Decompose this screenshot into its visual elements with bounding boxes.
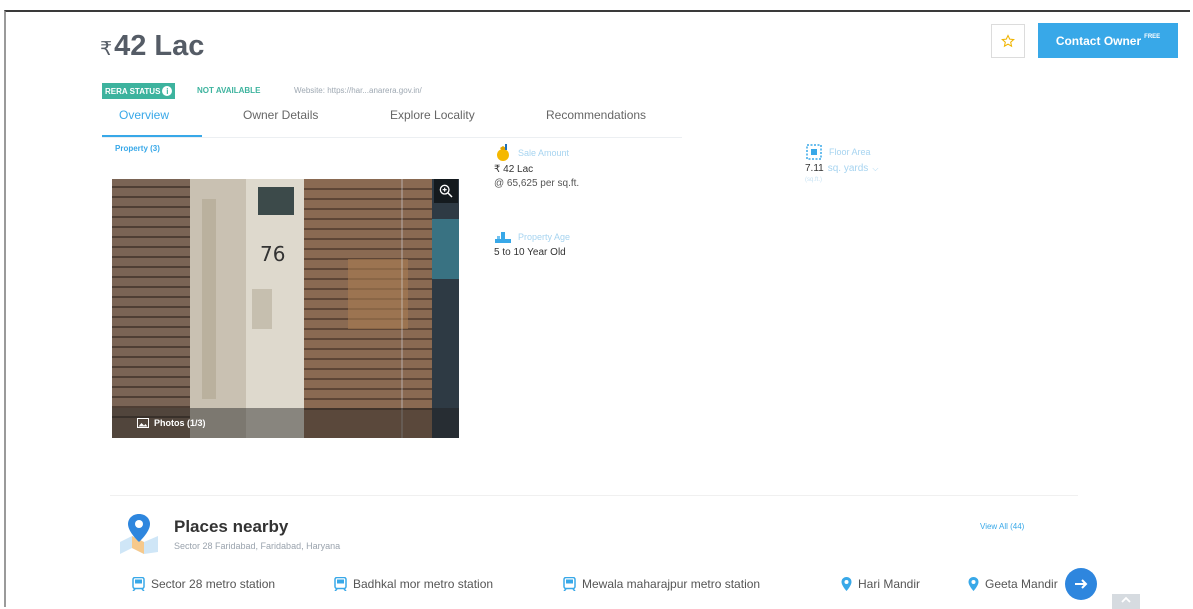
place-label: Badhkal mor metro station bbox=[353, 577, 494, 591]
image-icon bbox=[137, 418, 149, 428]
area-block: Floor Area 7.11 sq. yards ⌵ (sq.ft.) bbox=[805, 143, 878, 183]
place-item-badhkal-mor-metro[interactable]: Badhkal mor metro station bbox=[334, 577, 493, 591]
place-item-geeta-mandir[interactable]: Geeta Mandir bbox=[968, 577, 1060, 591]
places-nearby-card bbox=[110, 495, 1078, 608]
area-value: 7.11 bbox=[805, 163, 824, 174]
contact-owner-label: Contact Owner bbox=[1055, 33, 1142, 48]
place-item-mewala-maharajpur-metro[interactable]: Mewala maharajpur metro station bbox=[563, 577, 760, 591]
money-bag-icon bbox=[497, 144, 509, 161]
map-pin-illustration-icon bbox=[120, 514, 158, 554]
tab-explore-locality[interactable]: Explore Locality bbox=[390, 108, 475, 122]
building-icon bbox=[495, 232, 511, 243]
rera-website-link[interactable]: Website: https://har...anarera.gov.in/ bbox=[294, 86, 422, 95]
metro-icon bbox=[132, 577, 145, 591]
place-item-sector-28-metro[interactable]: Sector 28 metro station bbox=[132, 577, 275, 591]
places-nearby-title: Places nearby bbox=[174, 517, 289, 536]
property-age-value: 5 to 10 Year Old bbox=[494, 247, 566, 258]
view-all-places-link[interactable]: View All (44) bbox=[980, 522, 1024, 531]
metro-icon bbox=[563, 577, 576, 591]
property-photo[interactable]: 76 bbox=[112, 179, 459, 438]
price-value: 42 Lac bbox=[114, 30, 205, 62]
zoom-photo-button[interactable] bbox=[434, 179, 458, 203]
tab-owner-details[interactable]: Owner Details bbox=[243, 108, 318, 122]
contact-owner-button[interactable]: Contact Owner FREE bbox=[1038, 23, 1178, 58]
property-age-label: Property Age bbox=[518, 232, 571, 242]
property-price: ₹42 Lac bbox=[100, 30, 204, 63]
area-label: Floor Area bbox=[829, 147, 871, 157]
property-age-block: Property Age 5 to 10 Year Old bbox=[494, 229, 570, 258]
area-value-row: 7.11 sq. yards ⌵ bbox=[805, 163, 878, 174]
pin-icon bbox=[968, 577, 979, 591]
pin-icon bbox=[841, 577, 852, 591]
place-label: Sector 28 metro station bbox=[151, 577, 276, 591]
rera-status-label: RERA STATUS bbox=[105, 86, 161, 96]
place-item-hari-mandir[interactable]: Hari Mandir bbox=[841, 577, 920, 591]
sale-amount-value: ₹ 42 Lac bbox=[494, 164, 534, 175]
rera-status-value: NOT AVAILABLE bbox=[197, 86, 261, 95]
sale-amount-rate: @ 65,625 per sq.ft. bbox=[494, 178, 580, 189]
active-tab-indicator bbox=[102, 135, 202, 137]
shop-shutters-image: 76 bbox=[112, 179, 459, 438]
svg-text:76: 76 bbox=[260, 242, 285, 266]
photos-count-label: Photos (1/3) bbox=[154, 418, 206, 428]
sale-amount-block: Sale Amount ₹ 42 Lac @ 65,625 per sq.ft. bbox=[494, 144, 579, 189]
zoom-in-icon bbox=[439, 184, 453, 198]
chevron-down-icon[interactable]: ⌵ bbox=[872, 164, 878, 174]
chevron-up-icon bbox=[1121, 596, 1131, 603]
area-unit-dropdown[interactable]: sq. yards bbox=[828, 163, 869, 174]
arrow-right-icon bbox=[1075, 579, 1088, 589]
sale-amount-label: Sale Amount bbox=[518, 148, 570, 158]
tab-overview[interactable]: Overview bbox=[119, 108, 169, 122]
places-nearby-address: Sector 28 Faridabad, Faridabad, Haryana bbox=[174, 541, 341, 551]
currency-symbol: ₹ bbox=[100, 39, 113, 60]
place-label: Mewala maharajpur metro station bbox=[582, 577, 761, 591]
place-label: Geeta Mandir bbox=[985, 577, 1058, 591]
free-badge: FREE bbox=[1144, 33, 1161, 40]
area-sub-label: (sq.ft.) bbox=[805, 177, 823, 183]
star-outline-icon bbox=[1001, 34, 1015, 48]
scroll-to-top-button[interactable] bbox=[1112, 594, 1140, 609]
tab-divider bbox=[102, 137, 682, 138]
place-label: Hari Mandir bbox=[858, 577, 921, 591]
metro-icon bbox=[334, 577, 347, 591]
info-icon[interactable]: i bbox=[162, 86, 173, 96]
area-icon bbox=[806, 144, 822, 160]
photos-counter[interactable]: Photos (1/3) bbox=[137, 418, 206, 428]
rera-status-badge: RERA STATUS i bbox=[102, 83, 176, 99]
tab-recommendations[interactable]: Recommendations bbox=[546, 108, 646, 122]
places-next-button[interactable] bbox=[1065, 568, 1097, 600]
property-count-label: Property (3) bbox=[115, 144, 160, 153]
shortlist-button[interactable] bbox=[991, 24, 1025, 58]
